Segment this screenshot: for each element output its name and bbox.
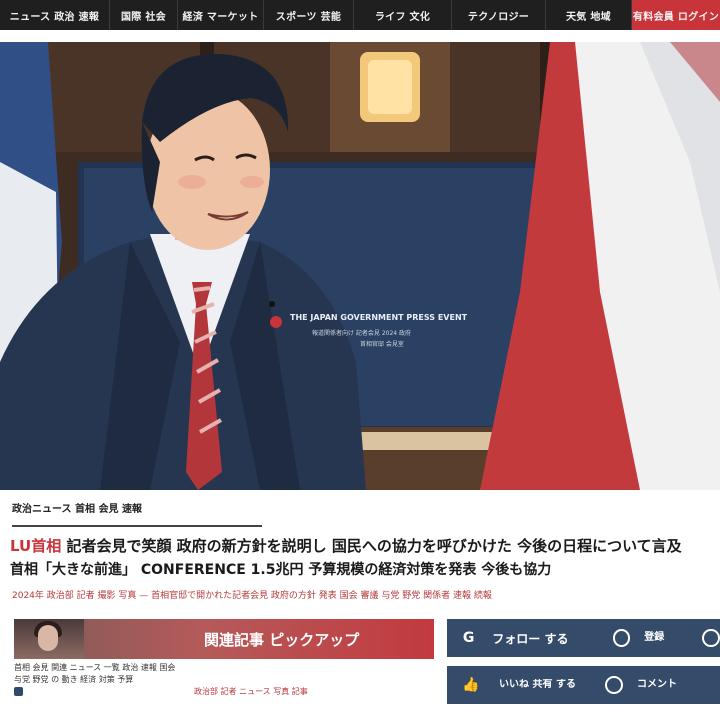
headline-text: 記者会見で笑顔 政府の新方針を説明し 国民への協力を呼びかけた 今後の日程につい…	[66, 537, 682, 555]
article-kicker: 政治ニュース 首相 会見 速報	[12, 504, 142, 515]
related-article-card[interactable]: 関連記事 ピックアップ	[14, 619, 434, 659]
related-author: 政治部 記者 ニュース 写真 記事	[194, 687, 308, 696]
nav-spacer	[0, 30, 720, 42]
nav-account-button[interactable]: 有料会員 ログイン	[632, 0, 720, 30]
circle-icon[interactable]	[702, 629, 720, 647]
screen-subtitle: 報道関係者向け 記者会見 2024 政府	[312, 330, 411, 337]
nav-item-7[interactable]: 天気 地域	[546, 0, 632, 30]
share-widget[interactable]: 👍 いいね 共有 する コメント	[447, 666, 720, 704]
follow-widget[interactable]: G フォロー する 登録	[447, 619, 720, 657]
related-list: 首相 会見 関連 ニュース 一覧 政治 速報 国会 与党 野党 の 動き 経済 …	[14, 662, 434, 698]
follow-label: フォロー する	[492, 631, 569, 646]
nav-item-4[interactable]: スポーツ 芸能	[264, 0, 354, 30]
g-icon: G	[462, 630, 475, 646]
nav-item-2[interactable]: 国際 社会	[110, 0, 178, 30]
article-icon	[14, 687, 23, 696]
article-headline[interactable]: LU首相 記者会見で笑顔 政府の新方針を説明し 国民への協力を呼びかけた 今後の…	[10, 534, 716, 558]
nav-item-3[interactable]: 経済 マーケット	[178, 0, 264, 30]
hero-image[interactable]: THE JAPAN GOVERNMENT PRESS EVENT 報道関係者向け…	[0, 42, 720, 490]
comment-label[interactable]: コメント	[637, 679, 717, 691]
article-byline: 2024年 政治部 記者 撮影 写真 — 首相官邸で開かれた記者会見 政府の方針…	[12, 591, 492, 601]
register-label[interactable]: 登録	[644, 632, 702, 644]
search-icon[interactable]	[612, 629, 631, 647]
thumbs-up-icon[interactable]: 👍	[459, 673, 483, 697]
hero-illustration	[0, 42, 720, 490]
kicker-divider	[12, 525, 262, 527]
screen-title: THE JAPAN GOVERNMENT PRESS EVENT	[290, 313, 468, 322]
top-nav: ニュース 政治 速報 国際 社会 経済 マーケット スポーツ 芸能 ライフ 文化…	[0, 0, 720, 30]
share-label: いいね 共有 する	[499, 679, 576, 690]
thumbnail-face	[38, 625, 58, 651]
article-headline-line2[interactable]: 首相「大きな前進」 CONFERENCE 1.5兆円 予算規模の経済対策を発表 …	[10, 558, 716, 582]
related-line-2[interactable]: 与党 野党 の 動き 経済 対策 予算	[14, 674, 434, 686]
nav-item-6[interactable]: テクノロジー	[452, 0, 546, 30]
headline-highlight: LU首相	[10, 537, 62, 555]
comment-icon[interactable]	[605, 676, 623, 694]
nav-item-5[interactable]: ライフ 文化	[354, 0, 452, 30]
nav-item-1[interactable]: ニュース 政治 速報	[0, 0, 110, 30]
related-line-1[interactable]: 首相 会見 関連 ニュース 一覧 政治 速報 国会	[14, 662, 434, 674]
screen-subtitle-2: 首相官邸 会見室	[360, 341, 404, 348]
related-thumbnail	[14, 619, 84, 659]
related-title: 関連記事 ピックアップ	[204, 630, 360, 649]
